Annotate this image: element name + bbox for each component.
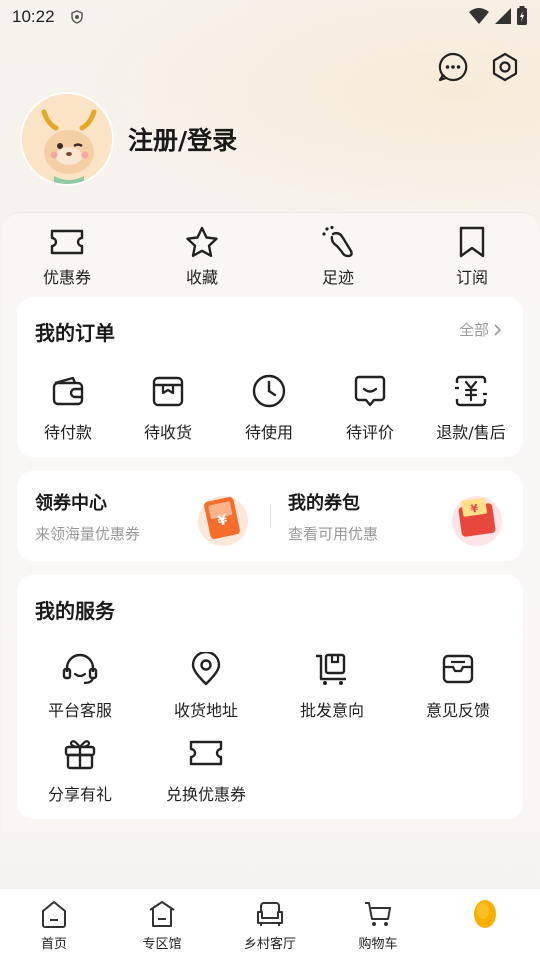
- order-pending-use[interactable]: 待使用: [219, 373, 319, 443]
- clock-icon: [252, 374, 286, 408]
- shield-icon: [71, 10, 83, 24]
- tab-home[interactable]: 首页: [4, 899, 104, 952]
- order-item-label: 待付款: [43, 423, 92, 442]
- service-label: 意见反馈: [425, 701, 490, 720]
- my-coupons-subtitle: 查看可用优惠: [288, 525, 379, 543]
- service-label: 平台客服: [47, 701, 112, 720]
- view-all-label: 全部: [458, 321, 489, 339]
- status-bar: 10:22: [0, 0, 540, 34]
- quick-link-favorites[interactable]: 收藏: [162, 224, 242, 288]
- order-item-label: 退款/售后: [436, 423, 506, 442]
- ticket-icon: [189, 740, 223, 766]
- bookmark-icon: [459, 226, 485, 258]
- my-coupons-title: 我的券包: [288, 493, 360, 514]
- service-share-rewards[interactable]: 分享有礼: [17, 735, 143, 805]
- system-icons: [468, 6, 528, 26]
- cart-box-icon: [316, 653, 346, 685]
- deer-avatar-icon: [22, 94, 112, 184]
- tab-pavilion[interactable]: 专区馆: [112, 899, 212, 952]
- coupon-center-title: 领券中心: [35, 493, 107, 514]
- star-icon: [186, 226, 218, 257]
- coupon-center-entry[interactable]: 领券中心 来领海量优惠券: [35, 489, 140, 544]
- avatar[interactable]: [20, 92, 114, 186]
- coupon-center-subtitle: 来领海量优惠券: [35, 525, 141, 543]
- pavilion-icon: [149, 901, 175, 927]
- service-redeem-coupon[interactable]: 兑换优惠券: [143, 735, 269, 805]
- profile-active-icon: [474, 900, 496, 928]
- tab-label: 购物车: [358, 937, 398, 952]
- ticket-icon: [50, 229, 84, 255]
- wallet-icon: [52, 376, 84, 406]
- service-customer-support[interactable]: 平台客服: [17, 651, 143, 721]
- tab-profile[interactable]: [436, 899, 536, 933]
- home-icon: [42, 901, 66, 928]
- quick-link-label: 足迹: [321, 268, 354, 287]
- coupons-divider: [270, 504, 271, 528]
- quick-link-footprints[interactable]: 足迹: [298, 224, 378, 288]
- tab-label: 乡村客厅: [243, 937, 296, 952]
- coupons-card: 领券中心 来领海量优惠券 ¥ 我的券包 查看可用优惠 ¥: [17, 471, 523, 561]
- order-refund-aftersale[interactable]: 退款/售后: [421, 373, 521, 443]
- message-icon: [438, 52, 468, 82]
- quick-link-subscriptions[interactable]: 订阅: [432, 224, 512, 288]
- settings-button[interactable]: [488, 50, 522, 84]
- cart-icon: [365, 902, 391, 926]
- location-icon: [191, 652, 221, 686]
- my-coupons-illustration: ¥: [452, 496, 502, 546]
- sofa-icon: [257, 902, 283, 926]
- order-item-label: 待评价: [345, 423, 394, 442]
- signal-icon: [495, 8, 511, 24]
- order-pending-review[interactable]: 待评价: [320, 373, 420, 443]
- login-register-link[interactable]: 注册/登录: [128, 121, 237, 157]
- orders-view-all-link[interactable]: 全部: [459, 319, 501, 340]
- quick-link-label: 优惠券: [42, 268, 91, 287]
- order-pending-receipt[interactable]: 待收货: [118, 373, 218, 443]
- quick-link-coupons[interactable]: 优惠券: [27, 224, 107, 288]
- inbox-icon: [442, 654, 474, 684]
- services-card: 我的服务 平台客服 收货地址 批发意向 意见反馈 分享有礼 兑换优惠券: [17, 575, 523, 819]
- service-wholesale-intent[interactable]: 批发意向: [269, 651, 395, 721]
- orders-card: 我的订单 全部 待付款 待收货 待使用 待评价 退款/售后: [17, 297, 523, 457]
- quick-link-label: 订阅: [455, 268, 488, 287]
- tab-village-lounge[interactable]: 乡村客厅: [220, 899, 320, 952]
- service-label: 分享有礼: [47, 785, 112, 804]
- my-coupons-entry[interactable]: 我的券包 查看可用优惠: [288, 489, 378, 544]
- battery-icon: [517, 6, 527, 25]
- headset-icon: [62, 653, 98, 685]
- tab-label: 首页: [40, 937, 67, 952]
- wifi-icon: [469, 8, 489, 24]
- bottom-tab-bar: 首页 专区馆 乡村客厅 购物车: [0, 888, 540, 960]
- message-button[interactable]: [436, 50, 470, 84]
- refund-icon: [455, 375, 487, 407]
- tab-cart[interactable]: 购物车: [328, 899, 428, 952]
- quick-links: 优惠券 收藏 足迹 订阅: [0, 224, 540, 292]
- order-pending-payment[interactable]: 待付款: [18, 373, 118, 443]
- order-item-label: 待收货: [143, 423, 192, 442]
- service-label: 批发意向: [299, 701, 364, 720]
- service-feedback[interactable]: 意见反馈: [395, 651, 521, 721]
- service-shipping-address[interactable]: 收货地址: [143, 651, 269, 721]
- status-time: 10:22: [12, 7, 55, 26]
- orders-title: 我的订单: [35, 321, 115, 345]
- coupon-center-illustration: ¥: [198, 496, 248, 546]
- services-title: 我的服务: [35, 599, 115, 623]
- gift-icon: [64, 740, 96, 770]
- service-label: 兑换优惠券: [165, 785, 246, 804]
- settings-icon: [492, 52, 518, 82]
- comment-icon: [354, 375, 386, 407]
- tab-label: 专区馆: [142, 937, 182, 952]
- order-item-label: 待使用: [244, 423, 293, 442]
- package-icon: [152, 376, 184, 407]
- chevron-right-icon: [494, 323, 501, 336]
- service-label: 收货地址: [173, 701, 238, 720]
- footprint-icon: [322, 225, 353, 258]
- quick-link-label: 收藏: [185, 268, 218, 287]
